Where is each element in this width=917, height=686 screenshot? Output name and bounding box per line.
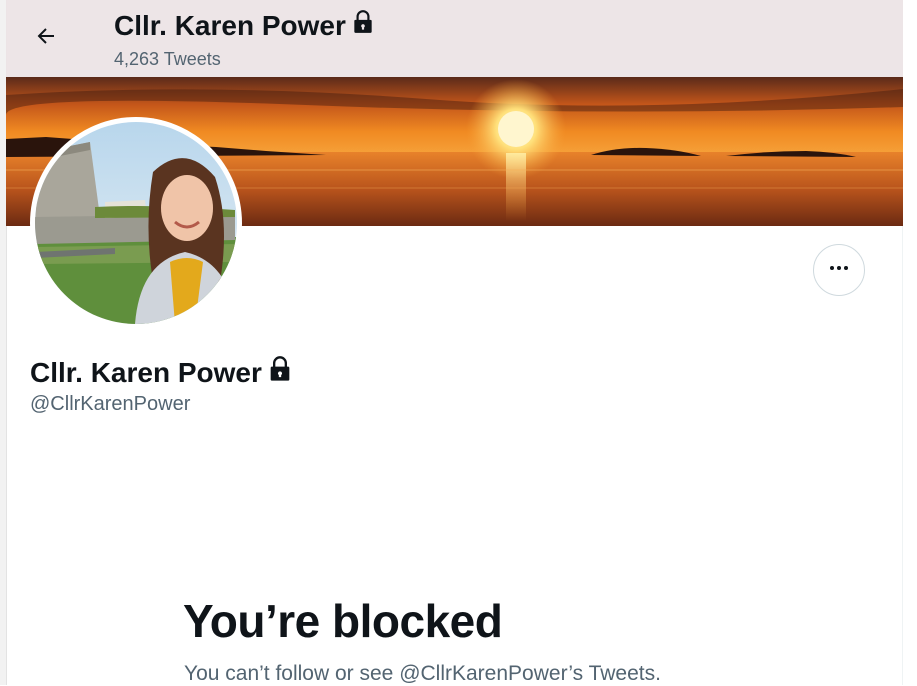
profile-header-bar: Cllr. Karen Power 4,263 Tweets xyxy=(6,0,903,77)
blocked-message: You can’t follow or see @CllrKarenPower’… xyxy=(184,662,661,685)
lock-icon xyxy=(266,355,294,390)
profile-handle: @CllrKarenPower xyxy=(30,393,191,415)
header-name-text: Cllr. Karen Power xyxy=(114,9,346,41)
avatar-photo xyxy=(35,122,237,324)
scrollbar-track[interactable] xyxy=(902,0,917,685)
header-title: Cllr. Karen Power xyxy=(114,9,376,42)
avatar[interactable] xyxy=(30,117,242,329)
more-horizontal-icon xyxy=(827,256,851,285)
profile-name-text: Cllr. Karen Power xyxy=(30,356,262,388)
profile-name: Cllr. Karen Power xyxy=(30,355,294,390)
arrow-left-icon xyxy=(34,24,58,53)
blocked-title: You’re blocked xyxy=(183,595,503,647)
tweet-count: 4,263 Tweets xyxy=(114,49,221,69)
back-button[interactable] xyxy=(28,20,64,56)
more-options-button[interactable] xyxy=(813,244,865,296)
lock-icon xyxy=(350,9,376,42)
